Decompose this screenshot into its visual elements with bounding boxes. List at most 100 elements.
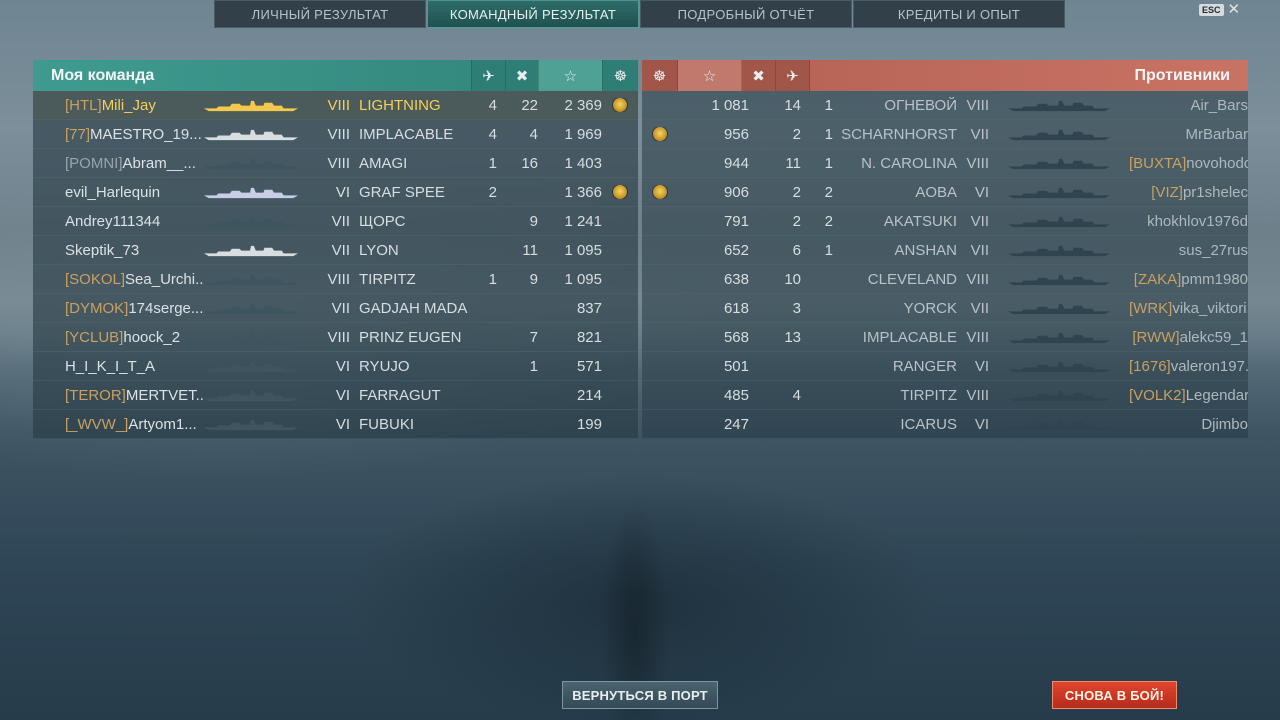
planes-destroyed-header-icon[interactable]: ✖ xyxy=(742,60,776,91)
enemy-player-row[interactable]: 956 2 1 SCHARNHORST VII MrBarbar xyxy=(642,120,1248,149)
player-name[interactable]: Legendary... xyxy=(1186,387,1248,404)
tab-detailed-report[interactable]: ПОДРОБНЫЙ ОТЧЁТ xyxy=(640,0,852,28)
enemy-player-row[interactable]: 638 10 CLEVELAND VIII [ZAKA]pmm1980 xyxy=(642,265,1248,294)
player-name-cell[interactable]: sus_27rus xyxy=(1129,242,1248,259)
medal-icon[interactable] xyxy=(653,127,667,141)
enemy-player-row[interactable]: 618 3 YORCK VII [WRK]vika_viktori... xyxy=(642,294,1248,323)
enemy-player-row[interactable]: 791 2 2 AKATSUKI VII khokhlov1976d xyxy=(642,207,1248,236)
player-name[interactable]: Mili_Jay xyxy=(102,97,156,114)
player-row[interactable]: [DYMOK]174serge... VII GADJAH MADA 837 xyxy=(33,294,638,323)
medal-icon[interactable] xyxy=(653,185,667,199)
player-name-cell[interactable]: MrBarbar xyxy=(1129,126,1248,143)
player-name[interactable]: novohodo... xyxy=(1186,155,1248,172)
player-name-cell[interactable]: [RWW]alekc59_1 xyxy=(1129,329,1248,346)
planes-destroyed-header-icon[interactable]: ✖ xyxy=(505,60,538,91)
player-name-cell[interactable]: [HTL]Mili_Jay xyxy=(33,97,203,114)
player-name[interactable]: evil_Harlequin xyxy=(65,184,160,201)
player-name[interactable]: Djimbo xyxy=(1201,416,1248,433)
player-name[interactable]: Andrey111344 xyxy=(65,213,160,230)
medal-header-icon[interactable]: ☸ xyxy=(602,60,638,91)
enemy-player-row[interactable]: 501 RANGER VI [1676]valeron197... xyxy=(642,352,1248,381)
battle-again-button[interactable]: СНОВА В БОЙ! xyxy=(1052,681,1177,709)
player-name-cell[interactable]: Skeptik_73 xyxy=(33,242,203,259)
player-name[interactable]: MERTVET... xyxy=(126,387,203,404)
medal-icon[interactable] xyxy=(613,185,627,199)
clan-tag[interactable]: [HTL] xyxy=(65,97,102,114)
clan-tag[interactable]: [1676] xyxy=(1129,358,1171,375)
tab-personal-result[interactable]: ЛИЧНЫЙ РЕЗУЛЬТАТ xyxy=(214,0,426,28)
player-name-cell[interactable]: H_I_K_I_T_A xyxy=(33,358,203,375)
player-name-cell[interactable]: [1676]valeron197... xyxy=(1129,358,1248,375)
clan-tag[interactable]: [RWW] xyxy=(1132,329,1179,346)
enemy-player-row[interactable]: 485 4 TIRPITZ VIII [VOLK2]Legendary... xyxy=(642,381,1248,410)
player-name[interactable]: pr1shelec xyxy=(1183,184,1248,201)
enemy-player-row[interactable]: 652 6 1 ANSHAN VII sus_27rus xyxy=(642,236,1248,265)
ships-destroyed-header-icon[interactable]: ✈ xyxy=(471,60,505,91)
clan-tag[interactable]: [ZAKA] xyxy=(1134,271,1182,288)
enemy-player-row[interactable]: 568 13 IMPLACABLE VIII [RWW]alekc59_1 xyxy=(642,323,1248,352)
player-name-cell[interactable]: khokhlov1976d xyxy=(1129,213,1248,230)
player-name-cell[interactable]: evil_Harlequin xyxy=(33,184,203,201)
player-name[interactable]: pmm1980 xyxy=(1181,271,1248,288)
player-name[interactable]: hoock_2 xyxy=(123,329,180,346)
player-name[interactable]: Abram__... xyxy=(123,155,196,172)
player-name[interactable]: alekc59_1 xyxy=(1180,329,1248,346)
medal-icon[interactable] xyxy=(613,98,627,112)
player-name-cell[interactable]: [VIZ]pr1shelec xyxy=(1129,184,1248,201)
clan-tag[interactable]: [BUXTA] xyxy=(1129,155,1186,172)
player-name-cell[interactable]: [BUXTA]novohodo... xyxy=(1129,155,1248,172)
player-row[interactable]: [SOKOL]Sea_Urchi... VIII TIRPITZ 1 9 1 095 xyxy=(33,265,638,294)
return-to-port-button[interactable]: ВЕРНУТЬСЯ В ПОРТ xyxy=(562,681,718,709)
player-name-cell[interactable]: Air_Bars xyxy=(1129,97,1248,114)
player-row[interactable]: H_I_K_I_T_A VI RYUJO 1 571 xyxy=(33,352,638,381)
enemy-player-row[interactable]: 1 081 14 1 ОГНЕВОЙ VIII Air_Bars xyxy=(642,91,1248,120)
player-name-cell[interactable]: [ZAKA]pmm1980 xyxy=(1129,271,1248,288)
player-name[interactable]: khokhlov1976d xyxy=(1147,213,1248,230)
player-name-cell[interactable]: [_WVW_]Artyom1... xyxy=(33,416,203,433)
base-xp-header-star-icon[interactable]: ☆ xyxy=(678,60,742,91)
player-name-cell[interactable]: [YCLUB]hoock_2 xyxy=(33,329,203,346)
medal-header-icon[interactable]: ☸ xyxy=(642,60,678,91)
close-icon[interactable]: ✕ xyxy=(1228,2,1241,17)
player-name[interactable]: vika_viktori... xyxy=(1172,300,1248,317)
player-name[interactable]: valeron197... xyxy=(1171,358,1248,375)
player-name-cell[interactable]: Andrey111344 xyxy=(33,213,203,230)
player-row[interactable]: [HTL]Mili_Jay VIII LIGHTNING 4 22 2 369 xyxy=(33,91,638,120)
clan-tag[interactable]: [VOLK2] xyxy=(1129,387,1186,404)
player-row[interactable]: Andrey111344 VII ЩОРС 9 1 241 xyxy=(33,207,638,236)
clan-tag[interactable]: [POMNI] xyxy=(65,155,123,172)
player-name[interactable]: MAESTRO_19... xyxy=(90,126,202,143)
clan-tag[interactable]: [VIZ] xyxy=(1151,184,1183,201)
player-name-cell[interactable]: [WRK]vika_viktori... xyxy=(1129,300,1248,317)
player-row[interactable]: [77]MAESTRO_19... VIII IMPLACABLE 4 4 1 969 xyxy=(33,120,638,149)
player-name[interactable]: Skeptik_73 xyxy=(65,242,139,259)
tab-credits-xp[interactable]: КРЕДИТЫ И ОПЫТ xyxy=(853,0,1065,28)
player-name[interactable]: MrBarbar xyxy=(1185,126,1248,143)
enemy-player-row[interactable]: 906 2 2 AOBA VI [VIZ]pr1shelec xyxy=(642,178,1248,207)
clan-tag[interactable]: [SOKOL] xyxy=(65,271,125,288)
player-name[interactable]: Artyom1... xyxy=(128,416,196,433)
player-name-cell[interactable]: [TEROR]MERTVET... xyxy=(33,387,203,404)
player-name-cell[interactable]: Djimbo xyxy=(1129,416,1248,433)
player-name-cell[interactable]: [POMNI]Abram__... xyxy=(33,155,203,172)
clan-tag[interactable]: [_WVW_] xyxy=(65,416,128,433)
player-name[interactable]: 174serge... xyxy=(128,300,203,317)
player-name[interactable]: Sea_Urchi... xyxy=(125,271,203,288)
player-row[interactable]: evil_Harlequin VI GRAF SPEE 2 1 366 xyxy=(33,178,638,207)
clan-tag[interactable]: [DYMOK] xyxy=(65,300,128,317)
player-name-cell[interactable]: [DYMOK]174serge... xyxy=(33,300,203,317)
player-row[interactable]: [YCLUB]hoock_2 VIII PRINZ EUGEN 7 821 xyxy=(33,323,638,352)
base-xp-header-star-icon[interactable]: ☆ xyxy=(538,60,602,91)
clan-tag[interactable]: [77] xyxy=(65,126,90,143)
clan-tag[interactable]: [WRK] xyxy=(1129,300,1172,317)
player-row[interactable]: [TEROR]MERTVET... VI FARRAGUT 214 xyxy=(33,381,638,410)
player-name[interactable]: H_I_K_I_T_A xyxy=(65,358,155,375)
player-name-cell[interactable]: [VOLK2]Legendary... xyxy=(1129,387,1248,404)
player-row[interactable]: Skeptik_73 VII LYON 11 1 095 xyxy=(33,236,638,265)
player-row[interactable]: [POMNI]Abram__... VIII AMAGI 1 16 1 403 xyxy=(33,149,638,178)
ships-destroyed-header-icon[interactable]: ✈ xyxy=(776,60,810,91)
player-name[interactable]: sus_27rus xyxy=(1179,242,1248,259)
enemy-player-row[interactable]: 944111N. CAROLINAVIII[BUXTA]novohodo... xyxy=(642,149,1248,178)
clan-tag[interactable]: [TEROR] xyxy=(65,387,126,404)
player-row[interactable]: [_WVW_]Artyom1... VI FUBUKI 199 xyxy=(33,410,638,439)
